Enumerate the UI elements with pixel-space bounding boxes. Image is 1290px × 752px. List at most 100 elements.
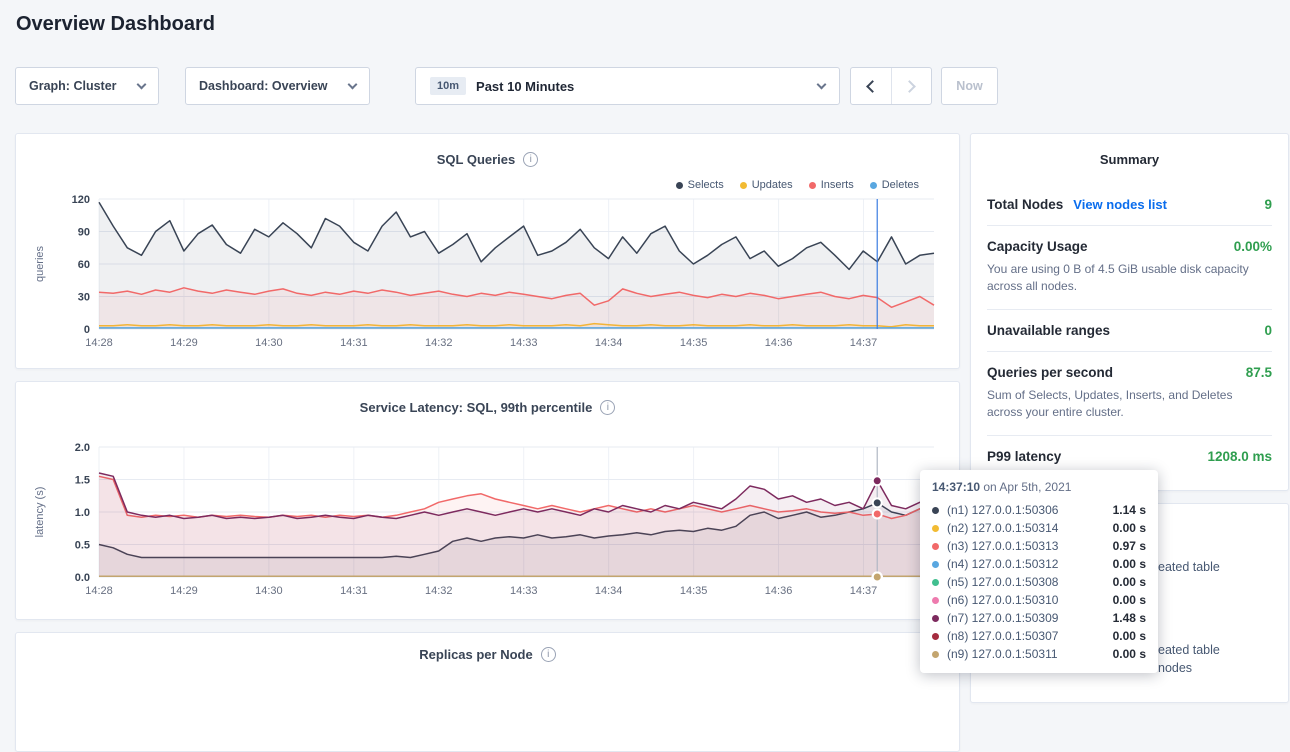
summary-row-p99-latency: P99 latency 1208.0 ms [987,449,1272,464]
svg-text:0.0: 0.0 [75,572,90,584]
time-range-selector[interactable]: 10m Past 10 Minutes [415,67,840,105]
legend-dot [676,182,683,189]
svg-text:14:31: 14:31 [340,585,368,597]
summary-value: 1208.0 ms [1207,449,1272,464]
node-address: (n5) 127.0.0.1:50308 [947,575,1113,589]
chart-tooltip: 14:37:10 on Apr 5th, 2021 (n1) 127.0.0.1… [920,470,1158,673]
legend-item-updates[interactable]: Updates [740,179,793,191]
svg-text:14:29: 14:29 [170,585,198,597]
node-color-dot [932,597,939,604]
svg-text:14:28: 14:28 [85,337,113,349]
legend-dot [740,182,747,189]
summary-value: 87.5 [1246,365,1272,380]
service-latency-title: Service Latency: SQL, 99th percentile [360,400,593,415]
replicas-title-row: Replicas per Node i [16,633,959,662]
svg-text:14:35: 14:35 [680,337,708,349]
tooltip-node-row: (n3) 127.0.0.1:503130.97 s [932,537,1146,555]
event-item-fragment[interactable]: eated table [1158,643,1220,657]
sql-queries-title: SQL Queries [437,152,516,167]
svg-text:14:29: 14:29 [170,337,198,349]
summary-row-capacity-usage: Capacity Usage0.00% [987,239,1272,254]
legend-label: Selects [688,179,724,191]
node-address: (n2) 127.0.0.1:50314 [947,521,1113,535]
node-color-dot [932,633,939,640]
node-address: (n7) 127.0.0.1:50309 [947,611,1113,625]
node-latency-value: 0.00 s [1113,647,1146,661]
svg-text:90: 90 [78,227,90,239]
divider [987,435,1272,436]
event-item-fragment[interactable]: eated table [1158,560,1220,574]
chevron-down-icon [348,79,358,89]
divider [987,225,1272,226]
page-title: Overview Dashboard [16,13,215,36]
sql-queries-svg[interactable]: 14:2814:2914:3014:3114:3214:3314:3414:35… [17,191,960,355]
node-address: (n3) 127.0.0.1:50313 [947,539,1113,553]
node-address: (n9) 127.0.0.1:50311 [947,647,1113,661]
chevron-right-icon [903,80,916,93]
summary-row-total-nodes: Total NodesView nodes list9 [987,197,1272,212]
sql-queries-legend: Selects Updates Inserts Deletes [676,179,919,191]
tooltip-node-row: (n4) 127.0.0.1:503120.00 s [932,555,1146,573]
svg-text:14:32: 14:32 [425,337,453,349]
svg-text:1.5: 1.5 [75,475,90,487]
summary-label: Queries per second [987,365,1113,380]
summary-row-unavailable-ranges: Unavailable ranges 0 [987,323,1272,338]
tooltip-node-row: (n2) 127.0.0.1:503140.00 s [932,519,1146,537]
next-time-button[interactable] [891,68,932,104]
event-item-fragment[interactable]: nodes [1158,661,1192,675]
summary-panel: Summary Total NodesView nodes list9Capac… [970,133,1289,491]
svg-text:60: 60 [78,259,90,271]
node-latency-value: 0.00 s [1113,575,1146,589]
legend-item-deletes[interactable]: Deletes [870,179,919,191]
summary-row-queries-per-second: Queries per second 87.5 [987,365,1272,380]
info-icon[interactable]: i [523,152,538,167]
svg-text:14:34: 14:34 [595,585,623,597]
node-color-dot [932,579,939,586]
service-latency-panel: Service Latency: SQL, 99th percentile i … [15,381,960,620]
node-latency-value: 0.00 s [1113,593,1146,607]
svg-text:14:37: 14:37 [850,585,878,597]
node-address: (n6) 127.0.0.1:50310 [947,593,1113,607]
service-latency-title-row: Service Latency: SQL, 99th percentile i [16,382,959,415]
node-latency-value: 1.48 s [1113,611,1146,625]
legend-dot [870,182,877,189]
legend-item-selects[interactable]: Selects [676,179,724,191]
service-latency-chart[interactable]: 14:2814:2914:3014:3114:3214:3314:3414:35… [17,437,960,605]
legend-label: Updates [752,179,793,191]
tooltip-time: 14:37:10 [932,480,980,494]
tooltip-node-row: (n1) 127.0.0.1:503061.14 s [932,501,1146,519]
prev-time-button[interactable] [851,68,891,104]
legend-label: Inserts [821,179,854,191]
tooltip-date: on Apr 5th, 2021 [980,480,1071,494]
svg-text:2.0: 2.0 [75,442,90,454]
dashboard-dropdown[interactable]: Dashboard: Overview [185,67,370,105]
svg-text:14:34: 14:34 [595,337,623,349]
summary-label: Unavailable ranges [987,323,1110,338]
svg-text:14:33: 14:33 [510,585,538,597]
tooltip-node-row: (n6) 127.0.0.1:503100.00 s [932,591,1146,609]
sql-queries-chart[interactable]: 14:2814:2914:3014:3114:3214:3314:3414:35… [17,191,960,355]
tooltip-node-row: (n7) 127.0.0.1:503091.48 s [932,609,1146,627]
node-color-dot [932,507,939,514]
graph-dropdown-label: Graph: Cluster [29,79,117,93]
node-latency-value: 0.97 s [1113,539,1146,553]
summary-subtext: You are using 0 B of 4.5 GiB usable disk… [987,261,1271,296]
time-nav-arrows [850,67,932,105]
legend-item-inserts[interactable]: Inserts [809,179,854,191]
svg-text:14:32: 14:32 [425,585,453,597]
info-icon[interactable]: i [541,647,556,662]
summary-label: P99 latency [987,449,1061,464]
legend-dot [809,182,816,189]
replicas-title: Replicas per Node [419,647,532,662]
tooltip-node-row: (n8) 127.0.0.1:503070.00 s [932,627,1146,645]
view-nodes-list-link[interactable]: View nodes list [1073,197,1167,212]
node-address: (n8) 127.0.0.1:50307 [947,629,1113,643]
now-button[interactable]: Now [941,67,998,105]
summary-value: 0 [1264,323,1272,338]
summary-subtext: Sum of Selects, Updates, Inserts, and De… [987,387,1271,422]
time-window-badge: 10m [430,77,466,95]
graph-dropdown[interactable]: Graph: Cluster [15,67,159,105]
summary-label: Total Nodes [987,197,1063,212]
latency-svg[interactable]: 14:2814:2914:3014:3114:3214:3314:3414:35… [17,437,960,605]
info-icon[interactable]: i [600,400,615,415]
